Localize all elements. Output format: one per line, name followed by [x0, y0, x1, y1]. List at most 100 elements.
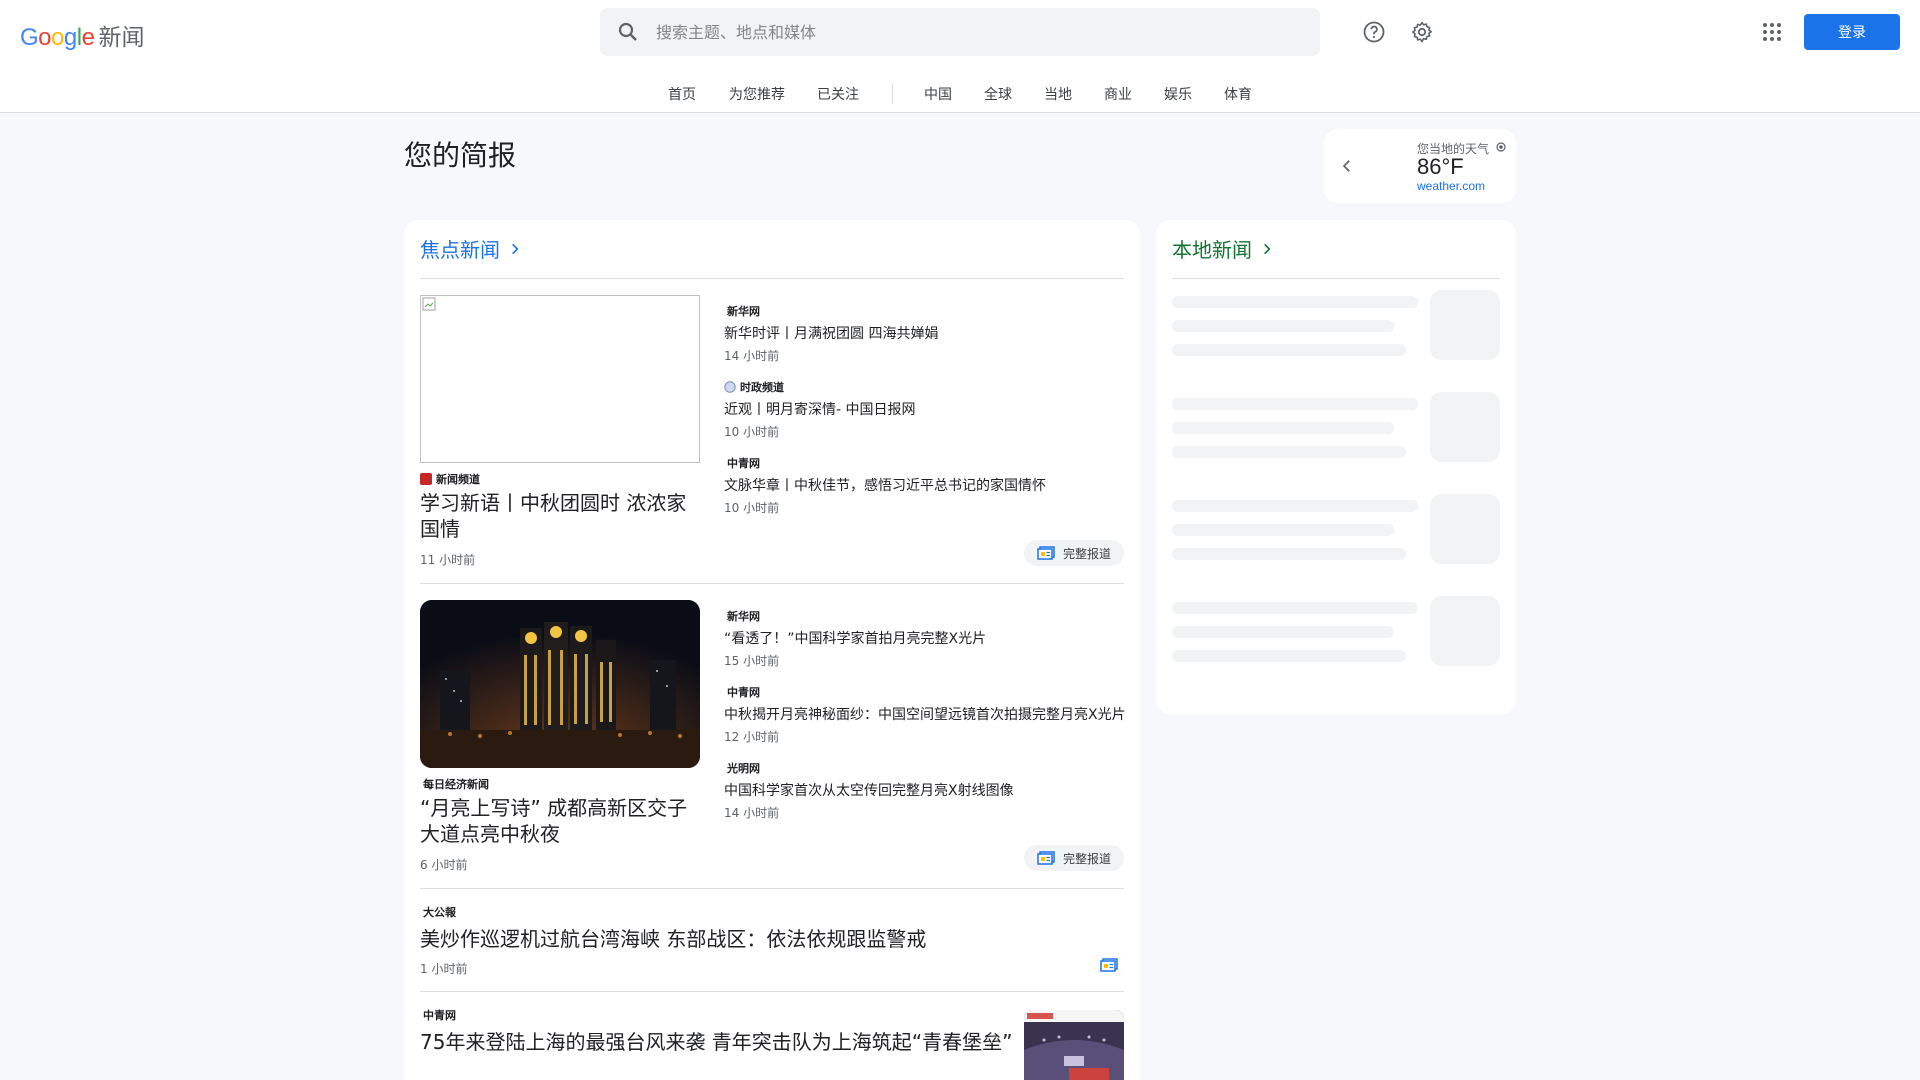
publisher-name: 时政频道 — [740, 381, 784, 394]
weather-source-link[interactable]: weather.com — [1417, 179, 1485, 193]
google-news-logo[interactable]: Google 新闻 — [20, 18, 144, 51]
publisher-label: 中青网 — [727, 684, 760, 700]
loading-image-placeholder — [1430, 494, 1500, 564]
page-title: 您的简报 — [404, 139, 517, 172]
local-news-card: 本地新闻 — [1156, 220, 1516, 714]
search-input[interactable] — [656, 22, 1256, 42]
story-time: 1 小时前 — [420, 962, 468, 976]
related-story-title[interactable]: 中国科学家首次从太空传回完整月亮X射线图像 — [724, 780, 1014, 800]
divider — [420, 278, 1124, 279]
tab-home[interactable]: 首页 — [668, 84, 696, 104]
loading-placeholder — [1172, 602, 1418, 614]
full-coverage-label: 完整报道 — [1062, 546, 1111, 561]
related-story-title[interactable]: 中秋揭开月亮神秘面纱：中国空间望远镜首次拍摄完整月亮X光片 — [724, 704, 1126, 724]
night-city-image — [420, 600, 700, 768]
full-coverage-button[interactable]: 完整报道 — [1024, 540, 1124, 566]
top-stories-heading[interactable]: 焦点新闻 — [420, 234, 522, 263]
loading-placeholder — [1172, 650, 1406, 662]
location-icon — [1496, 142, 1506, 152]
search-bar[interactable] — [600, 8, 1320, 56]
related-story-title[interactable]: 新华时评丨月满祝团圆 四海共婵娟 — [724, 323, 938, 343]
story-time: 10 小时前 — [724, 501, 780, 515]
loading-image-placeholder — [1430, 596, 1500, 666]
loading-placeholder — [1172, 626, 1394, 638]
publisher-label: 每日经济新闻 — [423, 776, 489, 792]
publisher-name: 中青网 — [423, 1009, 456, 1022]
loading-placeholder — [1172, 344, 1406, 356]
publisher-label: 新闻频道 — [420, 471, 480, 487]
local-news-title: 本地新闻 — [1172, 238, 1252, 262]
story-image[interactable] — [420, 600, 700, 768]
broken-image[interactable] — [420, 295, 700, 463]
full-coverage-icon — [1037, 851, 1055, 865]
related-story-title[interactable]: 近观丨明月寄深情- 中国日报网 — [724, 399, 916, 419]
publisher-name: 新华网 — [727, 610, 760, 623]
apps-grid-icon[interactable] — [1760, 20, 1784, 44]
full-coverage-icon[interactable] — [1100, 958, 1118, 972]
story-time: 6 小时前 — [420, 858, 468, 872]
story-thumbnail[interactable] — [1024, 1010, 1124, 1080]
publisher-favicon — [420, 473, 432, 485]
broken-image-icon — [422, 297, 436, 311]
publisher-label: 中青网 — [423, 1007, 456, 1023]
tab-sports[interactable]: 体育 — [1224, 84, 1252, 104]
loading-placeholder — [1172, 398, 1418, 410]
top-stories-card: 焦点新闻 新闻频道 学习新语丨中秋团圆时 浓浓家国情 11 小时前 新华网 新华… — [404, 220, 1140, 1080]
full-coverage-label: 完整报道 — [1062, 851, 1111, 866]
publisher-name: 每日经济新闻 — [423, 778, 489, 791]
related-story-title[interactable]: 文脉华章丨中秋佳节，感悟习近平总书记的家国情怀 — [724, 475, 1046, 495]
top-stories-title: 焦点新闻 — [420, 238, 500, 262]
tab-for-you[interactable]: 为您推荐 — [729, 84, 785, 104]
loading-placeholder — [1172, 548, 1406, 560]
tab-world[interactable]: 全球 — [984, 84, 1012, 104]
tab-following[interactable]: 已关注 — [817, 84, 859, 104]
tab-entertainment[interactable]: 娱乐 — [1164, 84, 1192, 104]
publisher-favicon — [724, 381, 736, 393]
logo-news-text: 新闻 — [98, 25, 145, 51]
search-icon[interactable] — [616, 20, 640, 44]
story-title[interactable]: 美炒作巡逻机过航台湾海峡 东部战区：依法依规跟监警戒 — [420, 923, 926, 952]
publisher-label: 大公報 — [423, 904, 456, 920]
publisher-label: 新华网 — [727, 608, 760, 624]
loading-placeholder — [1172, 422, 1394, 434]
chevron-right-icon — [512, 243, 519, 254]
nav-divider — [892, 84, 893, 104]
publisher-name: 中青网 — [727, 457, 760, 470]
story-title[interactable]: 75年来登陆上海的最强台风来袭 青年突击队为上海筑起“青春堡垒” — [420, 1026, 1013, 1055]
weather-temp: 86°F — [1417, 154, 1464, 179]
story-time: 10 小时前 — [724, 425, 780, 439]
tab-local[interactable]: 当地 — [1044, 84, 1072, 104]
story-time: 14 小时前 — [724, 806, 780, 820]
tab-business[interactable]: 商业 — [1104, 84, 1132, 104]
story-time: 15 小时前 — [724, 654, 780, 668]
chevron-left-icon[interactable] — [1338, 157, 1356, 175]
story-time: 14 小时前 — [724, 349, 780, 363]
loading-placeholder — [1172, 296, 1418, 308]
loading-placeholder — [1172, 320, 1394, 332]
story-time: 12 小时前 — [724, 730, 780, 744]
publisher-label: 光明网 — [727, 760, 760, 776]
publisher-label: 时政频道 — [724, 379, 784, 395]
publisher-name: 新华网 — [727, 305, 760, 318]
lead-story-title[interactable]: 学习新语丨中秋团圆时 浓浓家国情 — [420, 490, 700, 542]
help-icon[interactable] — [1362, 20, 1386, 44]
publisher-label: 新华网 — [727, 303, 760, 319]
loading-placeholder — [1172, 446, 1406, 458]
settings-icon[interactable] — [1410, 20, 1434, 44]
chevron-right-icon — [1264, 243, 1271, 254]
divider — [1172, 278, 1500, 279]
publisher-name: 大公報 — [423, 906, 456, 919]
signin-button[interactable]: 登录 — [1804, 14, 1900, 50]
divider — [420, 583, 1124, 584]
publisher-name: 光明网 — [727, 762, 760, 775]
related-story-title[interactable]: “看透了！”中国科学家首拍月亮完整X光片 — [724, 628, 986, 648]
publisher-name: 中青网 — [727, 686, 760, 699]
full-coverage-button[interactable]: 完整报道 — [1024, 845, 1124, 871]
section-nav: 首页 为您推荐 已关注 中国 全球 当地 商业 娱乐 体育 — [0, 78, 1920, 110]
story-time: 11 小时前 — [420, 553, 476, 567]
weather-widget[interactable]: 您当地的天气 86°F weather.com — [1324, 129, 1516, 203]
tab-china[interactable]: 中国 — [924, 84, 952, 104]
lead-story-title[interactable]: “月亮上写诗” 成都高新区交子大道点亮中秋夜 — [420, 795, 700, 847]
local-news-heading[interactable]: 本地新闻 — [1172, 234, 1274, 263]
divider — [420, 888, 1124, 889]
